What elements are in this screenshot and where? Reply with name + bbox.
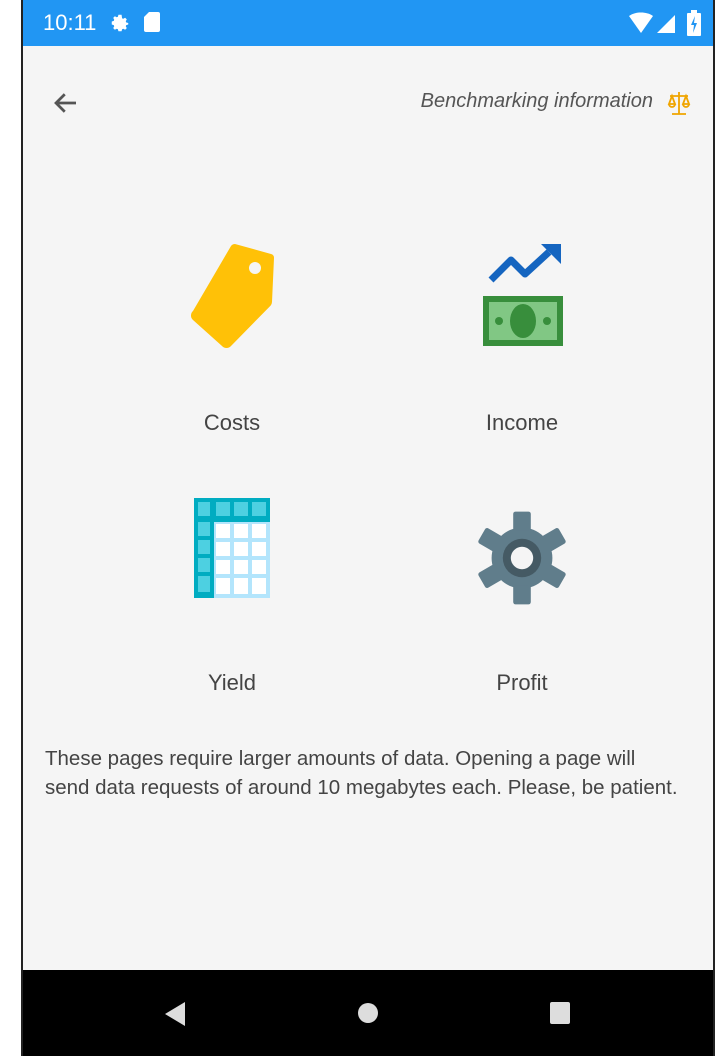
data-usage-notice: These pages require larger amounts of da… bbox=[45, 747, 678, 799]
battery-icon bbox=[687, 10, 701, 36]
status-time: 10:11 bbox=[43, 10, 97, 35]
nav-recents-icon[interactable] bbox=[549, 1001, 571, 1025]
table-grid-icon bbox=[194, 498, 270, 598]
nav-home-icon[interactable] bbox=[357, 1002, 379, 1024]
sd-card-icon bbox=[144, 12, 160, 32]
yield-tile[interactable]: Yield bbox=[117, 498, 347, 718]
balance-scale-icon[interactable] bbox=[667, 90, 691, 116]
top-app-bar: Benchmarking information bbox=[23, 46, 713, 156]
gear-icon bbox=[111, 14, 129, 32]
costs-tile[interactable]: Costs bbox=[117, 240, 347, 460]
money-trend-icon bbox=[483, 244, 563, 346]
nav-back-icon[interactable] bbox=[163, 1000, 187, 1028]
wifi-icon bbox=[629, 12, 653, 33]
status-bar: 10:11 bbox=[23, 0, 713, 46]
income-tile[interactable]: Income bbox=[407, 240, 637, 460]
arrow-left-icon[interactable] bbox=[51, 88, 81, 118]
profit-tile[interactable]: Profit bbox=[407, 498, 637, 718]
yield-label: Yield bbox=[207, 670, 257, 695]
system-nav-bar bbox=[23, 970, 713, 1056]
gear-icon bbox=[478, 511, 566, 605]
app-screen: 10:11 Benchmarking information Costs Inc… bbox=[21, 0, 715, 1056]
price-tag-icon bbox=[190, 244, 275, 349]
profit-label: Profit bbox=[496, 670, 548, 695]
income-label: Income bbox=[485, 410, 559, 435]
costs-label: Costs bbox=[203, 410, 261, 435]
benchmarking-title[interactable]: Benchmarking information bbox=[421, 90, 653, 113]
signal-icon bbox=[657, 15, 675, 33]
